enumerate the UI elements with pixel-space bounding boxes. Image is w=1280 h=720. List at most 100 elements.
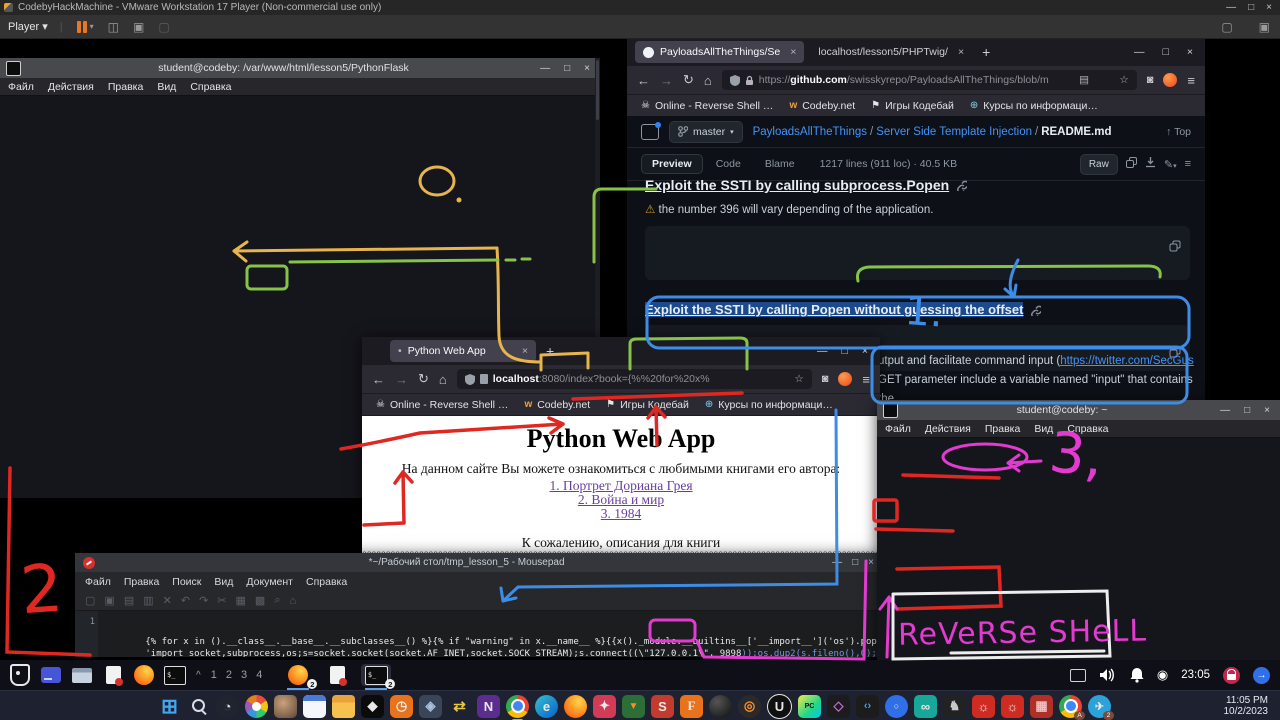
- menu-item[interactable]: Вид: [214, 576, 233, 588]
- bookmark-item[interactable]: Codeby.net: [789, 100, 855, 112]
- taskbar-app-icon[interactable]: ▦: [1030, 695, 1053, 718]
- menu-item[interactable]: Справка: [1067, 423, 1108, 435]
- mousepad-titlebar[interactable]: *~/Рабочий стол/tmp_lesson_5 - Mousepad …: [75, 553, 882, 572]
- desktop-pager[interactable]: [40, 664, 62, 686]
- branch-selector[interactable]: master ▾: [669, 121, 743, 143]
- back-button[interactable]: ←: [637, 73, 650, 88]
- volume-icon[interactable]: [1099, 667, 1117, 683]
- taskbar-app-icon[interactable]: ⊞: [158, 695, 181, 718]
- breadcrumb-repo-link[interactable]: PayloadsAllTheThings: [753, 126, 867, 138]
- book-link[interactable]: 1. Портрет Дориана Грея: [362, 479, 880, 493]
- taskbar-app-icon[interactable]: S: [651, 695, 674, 718]
- maximize-button[interactable]: □: [1244, 405, 1250, 416]
- pocket-icon[interactable]: ◙: [1147, 74, 1154, 86]
- taskbar-app-icon[interactable]: ◇: [827, 695, 850, 718]
- toolbar-pin-icon[interactable]: ▣: [1259, 20, 1270, 34]
- new-tab-button[interactable]: +: [546, 343, 554, 359]
- maximize-button[interactable]: □: [1163, 46, 1169, 58]
- taskbar-app-icon[interactable]: N: [477, 695, 500, 718]
- menu-item[interactable]: Правка: [108, 81, 143, 93]
- suspend-button[interactable]: [77, 21, 87, 33]
- taskbar-window-mousepad[interactable]: [322, 664, 352, 686]
- tab-close-icon[interactable]: ×: [958, 46, 964, 58]
- terminal-right-titlebar[interactable]: student@codeby: ~ — □ ×: [877, 400, 1280, 420]
- pocket-icon[interactable]: ◙: [822, 373, 829, 385]
- taskbar-app-icon[interactable]: ‹›: [856, 695, 879, 718]
- panel-expand-icon[interactable]: ^: [196, 670, 201, 681]
- taskbar-app-icon[interactable]: ◷: [390, 695, 413, 718]
- bookmark-item[interactable]: Codeby.net: [524, 399, 590, 411]
- taskbar-window-terminal[interactable]: $_2: [361, 664, 391, 686]
- taskbar-app-icon[interactable]: ○: [885, 695, 908, 718]
- file-view-tab[interactable]: Blame: [754, 154, 806, 174]
- file-tree-icon[interactable]: [641, 124, 659, 140]
- menu-item[interactable]: Справка: [306, 576, 347, 588]
- bookmark-star-icon[interactable]: ☆: [1119, 74, 1128, 86]
- close-button[interactable]: ×: [1187, 46, 1193, 58]
- firefox-launcher[interactable]: [133, 664, 155, 686]
- code-block-subprocess[interactable]: {{''.__class__.mro()[1].__subclasses__()…: [645, 226, 1190, 280]
- update-badge[interactable]: →: [1253, 667, 1270, 684]
- notifications-bell-icon[interactable]: [1130, 667, 1144, 683]
- taskbar-app-icon[interactable]: [245, 695, 268, 718]
- taskbar-app-icon[interactable]: ✦: [593, 695, 616, 718]
- forward-button[interactable]: →: [395, 372, 408, 387]
- toolbar-icon[interactable]: ▥: [143, 594, 153, 607]
- menu-item[interactable]: Файл: [85, 576, 111, 588]
- menu-item[interactable]: Правка: [985, 423, 1020, 435]
- taskbar-app-icon[interactable]: ◈: [419, 695, 442, 718]
- book-link[interactable]: 3. 1984: [362, 507, 880, 521]
- toolbar-collapse-icon[interactable]: ▢: [1221, 20, 1232, 34]
- taskbar-app-icon[interactable]: [332, 695, 355, 718]
- bookmark-item[interactable]: Игры Кодебай: [606, 399, 689, 411]
- minimize-button[interactable]: —: [1134, 46, 1145, 58]
- toolbar-icon[interactable]: ↶: [181, 594, 190, 607]
- terminal-launcher[interactable]: $_: [164, 664, 186, 686]
- tab-close-icon[interactable]: ×: [790, 46, 796, 58]
- new-tab-button[interactable]: +: [982, 44, 990, 60]
- tab-python-web-app[interactable]: • Python Web App ×: [390, 340, 536, 362]
- menu-item[interactable]: Документ: [246, 576, 293, 588]
- toolbar-icon[interactable]: ✂: [217, 594, 226, 607]
- taskbar-app-icon[interactable]: ◆: [361, 695, 384, 718]
- taskbar-app-icon[interactable]: A: [1059, 695, 1082, 718]
- close-button[interactable]: ×: [868, 557, 874, 568]
- power-manager-icon[interactable]: ◉: [1157, 667, 1168, 683]
- bookmark-item[interactable]: Online - Reverse Shell …: [641, 100, 773, 112]
- download-icon[interactable]: [1145, 157, 1156, 171]
- reader-icon[interactable]: ▤: [1079, 74, 1089, 86]
- tab-localhost[interactable]: localhost/lesson5/PHPTwig/ ×: [810, 41, 972, 63]
- minimize-button[interactable]: —: [832, 557, 842, 568]
- menu-item[interactable]: Вид: [157, 81, 176, 93]
- bookmark-star-icon[interactable]: ☆: [794, 373, 803, 385]
- profile-avatar[interactable]: [1163, 73, 1177, 87]
- url-bar[interactable]: localhost:8080/index?book={%%20for%20x% …: [457, 369, 812, 389]
- breadcrumb-dir-link[interactable]: Server Side Template Injection: [876, 126, 1032, 138]
- file-manager-launcher[interactable]: [71, 664, 93, 686]
- terminal-right-output[interactable]: ┌──(student⊛codeby)-[~] └─$ nc -nvlp 989…: [877, 438, 1280, 662]
- toolbar-icon[interactable]: ▣: [104, 594, 114, 607]
- bookmark-item[interactable]: Online - Reverse Shell …: [376, 399, 508, 411]
- app-menu-button[interactable]: ≡: [1187, 73, 1195, 88]
- taskbar-app-icon[interactable]: ☼: [1001, 695, 1024, 718]
- menu-item[interactable]: Правка: [124, 576, 159, 588]
- file-view-tab[interactable]: Preview: [641, 154, 703, 174]
- close-button[interactable]: ×: [584, 63, 590, 74]
- workspace-switcher[interactable]: 1 2 3 4: [211, 669, 266, 681]
- twitter-link[interactable]: https://twitter.com/SecGus: [1060, 355, 1194, 367]
- vm-clock[interactable]: 23:05: [1181, 669, 1210, 681]
- toolbar-icon[interactable]: ✕: [163, 594, 172, 607]
- minimize-button[interactable]: —: [540, 63, 550, 74]
- host-clock[interactable]: 11:05 PM 10/2/2023: [1224, 695, 1280, 717]
- vmware-maximize-button[interactable]: □: [1248, 2, 1254, 13]
- minimize-button[interactable]: —: [1220, 405, 1230, 416]
- player-menu[interactable]: Player ▾: [8, 20, 48, 33]
- toolbar-icon[interactable]: ▩: [255, 594, 265, 607]
- taskbar-app-icon[interactable]: F: [680, 695, 703, 718]
- taskbar-app-icon[interactable]: ∞: [914, 695, 937, 718]
- reload-button[interactable]: ↻: [683, 72, 694, 88]
- menu-item[interactable]: Файл: [8, 81, 34, 93]
- toolbar-icon[interactable]: ▦: [236, 594, 246, 607]
- mousepad-text-area[interactable]: 1 {% for x in ().__class__.__base__.__su…: [75, 611, 882, 657]
- raw-button[interactable]: Raw: [1080, 154, 1118, 175]
